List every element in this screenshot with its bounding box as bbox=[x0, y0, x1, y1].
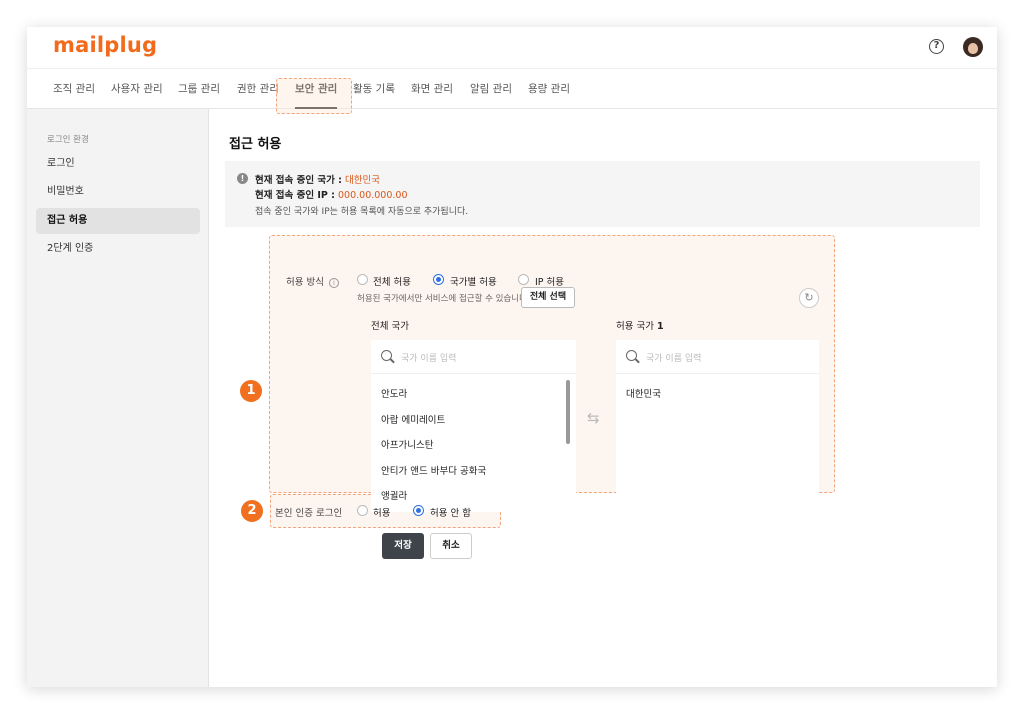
allowed-countries-search-input[interactable]: 국가 이름 입력 bbox=[616, 340, 819, 374]
info-icon: ! bbox=[237, 173, 248, 184]
tab-storage[interactable]: 용량 관리 bbox=[528, 69, 570, 109]
all-countries-search-placeholder: 국가 이름 입력 bbox=[401, 354, 457, 364]
avatar[interactable] bbox=[963, 37, 983, 57]
radio-self-auth-allow[interactable] bbox=[357, 505, 368, 516]
sidebar-item-2fa[interactable]: 2단계 인증 bbox=[36, 236, 200, 262]
info-country-value: 대한민국 bbox=[344, 175, 380, 186]
tab-activity[interactable]: 활동 기록 bbox=[353, 69, 395, 109]
top-header: mailplug ? bbox=[27, 27, 997, 68]
tab-notifications[interactable]: 알림 관리 bbox=[470, 69, 512, 109]
list-item[interactable]: 아랍 에미레이트 bbox=[381, 412, 445, 426]
list-item[interactable]: 대한민국 bbox=[626, 386, 661, 400]
radio-self-auth-deny-label[interactable]: 허용 안 함 bbox=[430, 505, 471, 519]
search-icon bbox=[626, 350, 637, 361]
refresh-icon[interactable]: ↻ bbox=[799, 288, 819, 308]
all-countries-list: 국가 이름 입력 안도라 아랍 에미레이트 아프가니스탄 안티가 앤드 바부다 … bbox=[371, 340, 576, 512]
radio-allow-all-label[interactable]: 전체 허용 bbox=[373, 274, 411, 288]
sidebar-section-title: 로그인 환경 bbox=[47, 135, 89, 145]
allow-method-label: 허용 방식 i bbox=[286, 274, 340, 288]
allow-method-label-text: 허용 방식 bbox=[286, 277, 324, 288]
self-auth-label: 본인 인증 로그인 bbox=[275, 508, 343, 519]
info-ip: 현재 접속 중인 IP : 000.00.000.00 bbox=[255, 187, 408, 201]
mailplug-logo[interactable]: mailplug bbox=[53, 33, 157, 57]
allowed-countries-list: 국가 이름 입력 대한민국 bbox=[616, 340, 819, 512]
allowed-countries-count: 1 bbox=[657, 321, 664, 332]
radio-self-auth-deny[interactable] bbox=[413, 505, 424, 516]
radio-allow-country-label[interactable]: 국가별 허용 bbox=[450, 274, 497, 288]
all-countries-title: 전체 국가 bbox=[371, 321, 409, 332]
search-icon bbox=[381, 350, 392, 361]
list-scrollbar[interactable] bbox=[566, 380, 570, 444]
allowed-countries-search-placeholder: 국가 이름 입력 bbox=[646, 354, 702, 364]
main-content: 접근 허용 ! 현재 접속 중인 국가 : 대한민국 현재 접속 중인 IP :… bbox=[210, 109, 997, 687]
tab-users[interactable]: 사용자 관리 bbox=[111, 69, 163, 109]
all-countries-search-input[interactable]: 국가 이름 입력 bbox=[371, 340, 576, 374]
list-item[interactable]: 안도라 bbox=[381, 386, 407, 400]
info-ip-value: 000.00.000.00 bbox=[338, 190, 408, 201]
allowed-countries-title: 허용 국가 1 bbox=[616, 318, 664, 332]
radio-allow-ip-label[interactable]: IP 허용 bbox=[535, 274, 564, 288]
list-item[interactable]: 앵귈라 bbox=[381, 488, 407, 502]
info-country: 현재 접속 중인 국가 : 대한민국 bbox=[255, 172, 380, 186]
info-country-label: 현재 접속 중인 국가 : bbox=[255, 175, 342, 186]
info-box: ! 현재 접속 중인 국가 : 대한민국 현재 접속 중인 IP : 000.0… bbox=[225, 161, 980, 227]
tab-org[interactable]: 조직 관리 bbox=[53, 69, 95, 109]
allowed-countries-title-text: 허용 국가 bbox=[616, 321, 654, 332]
info-ip-label: 현재 접속 중인 IP : bbox=[255, 190, 335, 201]
select-all-button[interactable]: 전체 선택 bbox=[521, 287, 575, 308]
info-note: 접속 중인 국가와 IP는 허용 목록에 자동으로 추가됩니다. bbox=[255, 207, 469, 217]
page-title: 접근 허용 bbox=[229, 137, 282, 152]
radio-self-auth-allow-label[interactable]: 허용 bbox=[373, 505, 390, 519]
allow-method-hint: 허용된 국가에서만 서비스에 접근할 수 있습니다. bbox=[357, 294, 530, 304]
sidebar: 로그인 환경 로그인 비밀번호 접근 허용 2단계 인증 bbox=[27, 109, 209, 687]
tab-screen[interactable]: 화면 관리 bbox=[411, 69, 453, 109]
tab-groups[interactable]: 그룹 관리 bbox=[178, 69, 220, 109]
save-button[interactable]: 저장 bbox=[382, 533, 424, 559]
radio-allow-ip[interactable] bbox=[518, 274, 529, 285]
cancel-button[interactable]: 취소 bbox=[430, 533, 472, 559]
tab-permissions[interactable]: 권한 관리 bbox=[237, 69, 279, 109]
transfer-arrows-icon[interactable]: ⇆ bbox=[587, 409, 600, 427]
radio-allow-country[interactable] bbox=[433, 274, 444, 285]
help-icon[interactable]: ? bbox=[929, 39, 944, 54]
step-badge-1: 1 bbox=[240, 380, 262, 402]
sidebar-item-access[interactable]: 접근 허용 bbox=[36, 208, 200, 234]
list-item[interactable]: 안티가 앤드 바부다 공화국 bbox=[381, 463, 486, 477]
list-item[interactable]: 아프가니스탄 bbox=[381, 437, 433, 451]
admin-tabs: 조직 관리 사용자 관리 그룹 관리 권한 관리 보안 관리 활동 기록 화면 … bbox=[27, 68, 997, 109]
step-badge-2: 2 bbox=[241, 500, 263, 522]
info-circle-icon[interactable]: i bbox=[329, 277, 340, 288]
sidebar-item-password[interactable]: 비밀번호 bbox=[36, 179, 200, 205]
all-countries-items: 안도라 아랍 에미레이트 아프가니스탄 안티가 앤드 바부다 공화국 앵귈라 bbox=[371, 375, 576, 512]
app-window: mailplug ? 조직 관리 사용자 관리 그룹 관리 권한 관리 보안 관… bbox=[27, 27, 997, 687]
sidebar-item-login[interactable]: 로그인 bbox=[36, 151, 200, 177]
radio-allow-all[interactable] bbox=[357, 274, 368, 285]
